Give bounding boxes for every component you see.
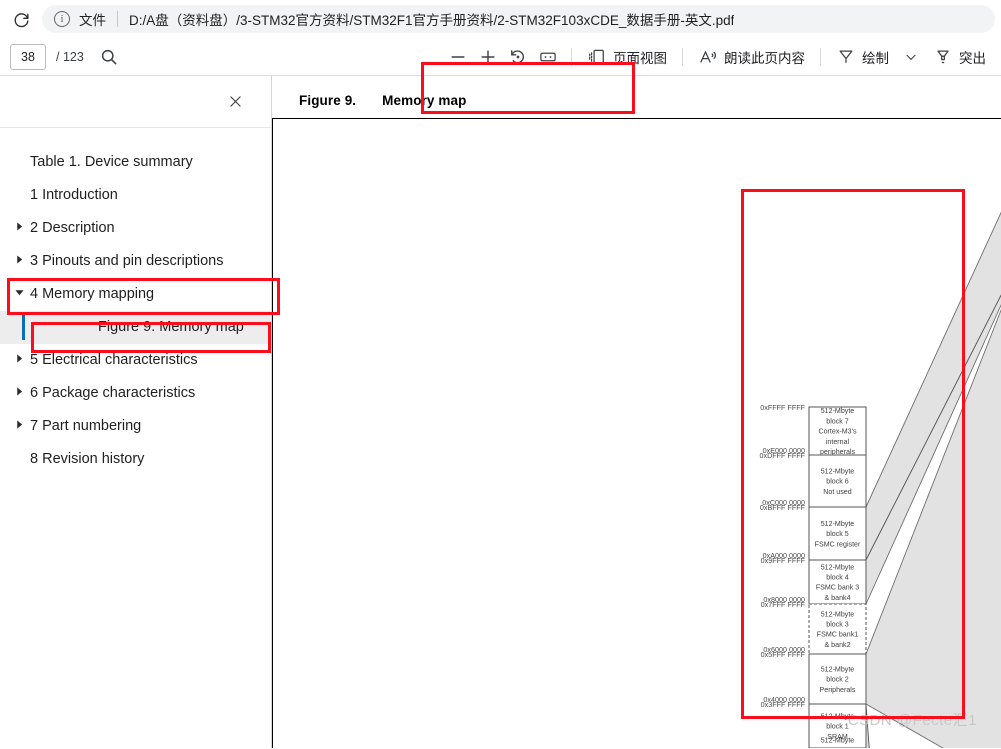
reload-icon[interactable] [6, 4, 36, 34]
outline-list: Table 1. Device summary 1 Introduction 2 D… [0, 128, 271, 476]
outline-item-label: 1 Introduction [30, 187, 118, 204]
outline-item-label: Table 1. Device summary [30, 154, 193, 170]
toolbar-separator-1 [571, 47, 572, 66]
outline-item-label: 8 Revision history [30, 451, 145, 468]
outline-item[interactable]: 8 Revision history [0, 443, 271, 476]
info-icon[interactable]: i [54, 11, 70, 27]
close-icon[interactable] [221, 88, 249, 116]
memory-block-label: block 6 [826, 478, 849, 486]
memory-block-label: 512-Mbyte [821, 736, 855, 744]
draw-button[interactable]: 绘制 [829, 43, 896, 71]
page-view-icon [587, 47, 607, 67]
read-aloud-icon [698, 47, 718, 67]
outline-item[interactable]: 4 Memory mapping [0, 278, 271, 311]
browser-chrome: i 文件 D:/A盘（资料盘）/3-STM32官方资料/STM32F1官方手册资… [0, 0, 1001, 76]
memory-block-label: block 4 [826, 574, 849, 582]
memory-block-label: 512-Mbyte [821, 665, 855, 673]
outline-item-label: 3 Pinouts and pin descriptions [30, 253, 224, 270]
outline-item[interactable]: 2 Description [0, 212, 271, 245]
caret-collapsed-icon[interactable] [8, 383, 30, 396]
memory-block-bottom-address: 0x6000 0000 [763, 645, 805, 654]
pdf-page: Figure 9. Memory map 512-Mbyte block 7 Cort… [272, 76, 1001, 748]
memory-block-label: block 7 [826, 417, 849, 425]
page-number-input[interactable]: 38 [10, 43, 46, 70]
outline-item-label: Figure 9. Memory map [98, 319, 244, 336]
caret-collapsed-icon[interactable] [8, 350, 30, 363]
memory-block-label: & bank4 [824, 594, 850, 602]
memory-map-diagram: 512-Mbyteblock 7Cortex-M3'sinternalperip… [759, 211, 1001, 748]
url-path-text: D:/A盘（资料盘）/3-STM32官方资料/STM32F1官方手册资料/2-S… [129, 13, 735, 28]
search-icon[interactable] [94, 42, 124, 72]
memory-block-label: block 2 [826, 676, 849, 684]
watermark: CSDN @Fecte汇1 [847, 712, 977, 729]
sidebar-header [0, 76, 271, 128]
url-scheme-label: 文件 [79, 13, 106, 28]
memory-block-label: FSMC bank1 [817, 631, 858, 639]
caret-collapsed-icon[interactable] [8, 218, 30, 231]
outline-item-label: 6 Package characteristics [30, 385, 196, 402]
memory-block-label: Cortex-M3's [818, 428, 856, 436]
read-aloud-button[interactable]: 朗读此页内容 [691, 43, 812, 71]
memory-block-label: 512-Mbyte [821, 467, 855, 475]
memory-block-label: block 3 [826, 621, 849, 629]
memory-block-label: & bank2 [824, 641, 850, 649]
memory-block-label: 512-Mbyte [821, 407, 855, 415]
memory-block-bottom-address: 0xC000 0000 [762, 498, 805, 507]
caret-expanded-icon[interactable] [8, 284, 30, 297]
fit-to-width-icon[interactable] [533, 42, 563, 72]
read-aloud-label: 朗读此页内容 [724, 50, 805, 66]
pen-icon [836, 47, 856, 67]
url-divider [117, 11, 118, 27]
caret-collapsed-icon[interactable] [8, 251, 30, 264]
memory-block-label: FSMC register [815, 540, 861, 548]
address-bar-row: i 文件 D:/A盘（资料盘）/3-STM32官方资料/STM32F1官方手册资… [0, 0, 1001, 38]
zoom-in-button[interactable] [473, 42, 503, 72]
memory-block-label: Not used [823, 488, 851, 496]
memory-block-bottom-address: 0xE000 0000 [763, 446, 805, 455]
memory-block-bottom-address: 0x8000 0000 [763, 595, 805, 604]
outline-item[interactable]: 3 Pinouts and pin descriptions [0, 245, 271, 278]
highlight-button[interactable]: 突出 [926, 43, 993, 71]
toolbar-separator-2 [682, 47, 683, 66]
highlight-label: 突出 [959, 50, 986, 66]
memory-block-label: 512-Mbyte [821, 610, 855, 618]
zoom-out-button[interactable] [443, 42, 473, 72]
outline-item[interactable]: Figure 9. Memory map [0, 311, 271, 345]
memory-block-label: 512-Mbyte [821, 520, 855, 528]
memory-block-label: Peripherals [820, 686, 856, 694]
memory-block-top-address: 0xFFFF FFFF [760, 403, 805, 412]
memory-block-column: 512-Mbyteblock 7Cortex-M3'sinternalperip… [759, 403, 867, 748]
outline-item[interactable]: Table 1. Device summary [0, 146, 271, 179]
address-bar[interactable]: i 文件 D:/A盘（资料盘）/3-STM32官方资料/STM32F1官方手册资… [42, 5, 995, 33]
outline-item-label: 5 Electrical characteristics [30, 352, 198, 369]
page-view-label: 页面视图 [613, 50, 667, 66]
document-outline-sidebar: Table 1. Device summary 1 Introduction 2 D… [0, 76, 272, 748]
outline-item-label: 4 Memory mapping [30, 286, 155, 303]
pdf-page-view[interactable]: Figure 9. Memory map 512-Mbyte block 7 Cort… [272, 76, 1001, 748]
chevron-down-icon[interactable] [896, 42, 926, 72]
expansion-fans [865, 211, 1001, 748]
pdf-toolbar: 38 / 123 页面视图 朗读此页内容 绘制 突出 [0, 38, 1001, 76]
memory-block-label: FSMC bank 3 [816, 584, 859, 592]
main-area: Table 1. Device summary 1 Introduction 2 D… [0, 76, 1001, 748]
toolbar-separator-3 [820, 47, 821, 66]
draw-label: 绘制 [862, 50, 889, 66]
outline-item[interactable]: 7 Part numbering [0, 410, 271, 443]
highlighter-icon [933, 47, 953, 67]
page-view-button[interactable]: 页面视图 [580, 43, 674, 71]
outline-item[interactable]: 6 Package characteristics [0, 377, 271, 410]
outline-item[interactable]: 1 Introduction [0, 179, 271, 212]
outline-item-label: 7 Part numbering [30, 418, 142, 435]
memory-block-label: internal [826, 438, 850, 446]
memory-block-label: block 5 [826, 530, 849, 538]
outline-item[interactable]: 5 Electrical characteristics [0, 344, 271, 377]
memory-block-label: block 1 [826, 723, 849, 731]
outline-item-label: 2 Description [30, 220, 115, 237]
caret-collapsed-icon[interactable] [8, 416, 30, 429]
memory-block-label: 512-Mbyte [821, 563, 855, 571]
page-total-label: / 123 [56, 49, 84, 64]
memory-block-bottom-address: 0x4000 0000 [763, 695, 805, 704]
memory-block-bottom-address: 0xA000 0000 [763, 551, 805, 560]
rotate-icon[interactable] [503, 42, 533, 72]
